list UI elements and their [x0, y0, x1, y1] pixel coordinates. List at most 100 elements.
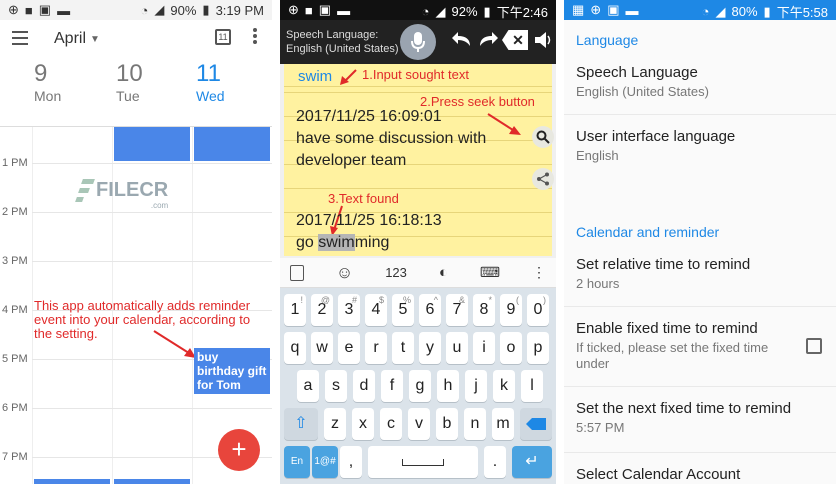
- key[interactable]: m: [492, 408, 514, 440]
- space-key[interactable]: [368, 446, 478, 478]
- key[interactable]: y: [419, 332, 441, 364]
- fixed-time-checkbox[interactable]: [806, 338, 822, 354]
- key[interactable]: i: [473, 332, 495, 364]
- day-name: Wed: [196, 88, 225, 104]
- setting-speech-language[interactable]: Speech Language English (United States): [564, 56, 836, 112]
- notification-icon: ⊕: [288, 2, 299, 17]
- note-area[interactable]: swim 1.Input sought text 2.Press seek bu…: [284, 64, 554, 256]
- key[interactable]: z: [324, 408, 346, 440]
- setting-title: User interface language: [576, 128, 736, 145]
- calendar-event[interactable]: [34, 479, 110, 484]
- day-column-header[interactable]: 9 Mon: [34, 60, 112, 126]
- clipboard-icon[interactable]: [290, 264, 304, 281]
- settings-screen: ▦ ⊕ ▣ ▬ ◔ ◢ 80% ▮ 下午5:58 Language Speech…: [564, 0, 836, 484]
- key[interactable]: f: [381, 370, 403, 402]
- more-options-icon[interactable]: ⋮: [532, 264, 546, 281]
- section-header-language: Language: [576, 32, 639, 48]
- add-event-button[interactable]: +: [218, 429, 260, 471]
- signal-icon: ◢: [715, 3, 726, 19]
- key[interactable]: l: [521, 370, 543, 402]
- key[interactable]: a: [297, 370, 319, 402]
- menu-icon[interactable]: [12, 31, 28, 45]
- comma-key[interactable]: ,: [340, 446, 362, 478]
- message-icon: ▬: [57, 2, 71, 18]
- setting-fixed-time[interactable]: Enable fixed time to remind If ticked, p…: [564, 312, 836, 382]
- undo-icon[interactable]: [450, 30, 474, 55]
- redo-icon[interactable]: [476, 30, 500, 55]
- search-button[interactable]: [532, 126, 554, 148]
- calendar-event[interactable]: [114, 127, 190, 161]
- key[interactable]: s: [325, 370, 347, 402]
- key[interactable]: g: [409, 370, 431, 402]
- month-selector[interactable]: April ▼: [54, 30, 100, 48]
- more-options-icon[interactable]: [253, 28, 257, 44]
- setting-relative-time[interactable]: Set relative time to remind 2 hours: [564, 248, 836, 304]
- key[interactable]: t: [392, 332, 414, 364]
- day-column-header[interactable]: 10 Tue: [116, 60, 194, 126]
- key[interactable]: e: [338, 332, 360, 364]
- keyboard-toolbar: ☺ 123 ◐ ⌨ ⋮: [280, 258, 556, 288]
- calendar-event[interactable]: [194, 127, 270, 161]
- calendar-event-birthday[interactable]: buy birthday gift for Tom: [194, 348, 270, 394]
- key[interactable]: b: [436, 408, 458, 440]
- step1-label: 1.Input sought text: [362, 67, 469, 82]
- speaker-icon[interactable]: [534, 30, 552, 55]
- key[interactable]: $4: [365, 294, 387, 326]
- share-icon: [537, 172, 549, 186]
- key[interactable]: v: [408, 408, 430, 440]
- key[interactable]: % 5: [392, 294, 414, 326]
- key[interactable]: p: [527, 332, 549, 364]
- shift-key[interactable]: ⇧: [284, 408, 318, 440]
- day-header-row: 9 Mon 10 Tue 11 Wed: [0, 60, 272, 127]
- month-label: April: [54, 30, 87, 47]
- key[interactable]: q: [284, 332, 306, 364]
- setting-calendar-account[interactable]: Select Calendar Account: [564, 458, 836, 484]
- watermark-logo: FILECR .com: [75, 179, 168, 210]
- key[interactable]: * 8: [473, 294, 495, 326]
- key[interactable]: u: [446, 332, 468, 364]
- settings-list: Language Speech Language English (United…: [564, 20, 836, 484]
- wifi-icon: ◔: [701, 4, 710, 19]
- key[interactable]: o: [500, 332, 522, 364]
- today-icon[interactable]: 11: [215, 29, 231, 45]
- key[interactable]: w: [311, 332, 333, 364]
- palette-icon[interactable]: ◐: [439, 264, 448, 281]
- key[interactable]: & 7: [446, 294, 468, 326]
- day-column-header-today[interactable]: 11 Wed: [196, 60, 272, 126]
- key[interactable]: r: [365, 332, 387, 364]
- numbers-tab[interactable]: 123: [385, 265, 407, 280]
- key[interactable]: h: [437, 370, 459, 402]
- setting-next-fixed-time[interactable]: Set the next fixed time to remind 5:57 P…: [564, 392, 836, 448]
- key[interactable]: c: [380, 408, 402, 440]
- key[interactable]: d: [353, 370, 375, 402]
- keyboard: ! 1 @2 #3 $4 % 5 ^ 6 & 7 * 8 (9 ) 0 q w e r t …: [280, 288, 556, 484]
- keyboard-icon[interactable]: ⌨: [480, 264, 500, 281]
- key[interactable]: k: [493, 370, 515, 402]
- space-icon: [402, 459, 444, 466]
- key[interactable]: n: [464, 408, 486, 440]
- key[interactable]: #3: [338, 294, 360, 326]
- key[interactable]: ! 1: [284, 294, 306, 326]
- calendar-header: April ▼ 11: [0, 20, 272, 60]
- key[interactable]: @2: [311, 294, 333, 326]
- language-key[interactable]: En: [284, 446, 310, 478]
- share-button[interactable]: [532, 168, 554, 190]
- search-input[interactable]: swim: [298, 68, 332, 85]
- key[interactable]: ) 0: [527, 294, 549, 326]
- key[interactable]: ^ 6: [419, 294, 441, 326]
- calendar-grid[interactable]: 1 PM 2 PM 3 PM 4 PM 5 PM 6 PM 7 PM FILEC…: [0, 127, 272, 484]
- key[interactable]: (9: [500, 294, 522, 326]
- clear-icon[interactable]: ✕: [502, 30, 528, 50]
- emoji-icon[interactable]: ☺: [336, 263, 353, 283]
- search-highlight: swim: [318, 234, 355, 251]
- symbols-key[interactable]: 1@#: [312, 446, 338, 478]
- battery-percent: 90%: [170, 2, 197, 18]
- key[interactable]: x: [352, 408, 374, 440]
- key[interactable]: j: [465, 370, 487, 402]
- calendar-event[interactable]: [114, 479, 190, 484]
- backspace-key[interactable]: [520, 408, 552, 440]
- microphone-icon[interactable]: [400, 24, 436, 60]
- enter-key[interactable]: ↵: [512, 446, 552, 478]
- setting-ui-language[interactable]: User interface language English: [564, 120, 836, 176]
- period-key[interactable]: .: [484, 446, 506, 478]
